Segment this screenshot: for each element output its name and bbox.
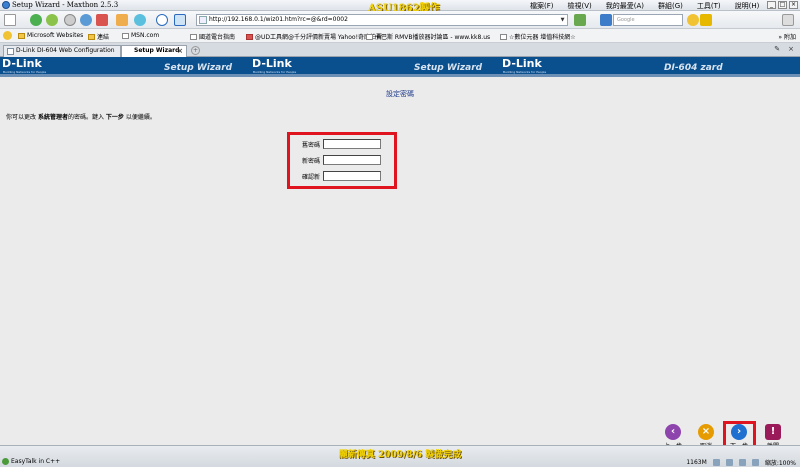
address-text: http://192.168.0.1/wiz01.htm?rc=@&rd=000… bbox=[209, 16, 348, 23]
address-bar[interactable]: http://192.168.0.1/wiz01.htm?rc=@&rd=000… bbox=[196, 14, 568, 26]
banner-title-partial: DI-604 zard bbox=[664, 63, 723, 73]
banner-title: Setup Wizard bbox=[414, 63, 483, 73]
cancel-x-icon: × bbox=[698, 424, 714, 440]
favorites-bar: Microsoft Websites 連結 MSN.com 國道電台指南 @UD… bbox=[0, 29, 800, 43]
new-page-icon[interactable] bbox=[4, 14, 16, 26]
page-icon bbox=[7, 48, 14, 55]
dlink-logo: D-Link bbox=[252, 57, 292, 70]
page-icon bbox=[190, 33, 197, 40]
tab-tools: ✎ × bbox=[774, 45, 794, 53]
dlink-logo: D-Link bbox=[2, 57, 42, 70]
refresh-icon[interactable] bbox=[80, 14, 92, 26]
page-icon bbox=[366, 33, 373, 40]
home-icon[interactable] bbox=[116, 14, 128, 26]
minimize-icon[interactable]: _ bbox=[767, 1, 776, 9]
tab-dlink-config[interactable]: D-Link DI-604 Web Configuration bbox=[3, 45, 121, 57]
settings-icon[interactable]: ✎ bbox=[774, 45, 780, 53]
stop-icon[interactable] bbox=[64, 14, 76, 26]
fav-item[interactable]: MSN.com bbox=[122, 32, 159, 39]
menu-file[interactable]: 檔案(F) bbox=[530, 1, 554, 11]
old-password-row: 舊密碼 bbox=[298, 139, 381, 149]
fav-item[interactable]: Microsoft Websites bbox=[18, 32, 83, 39]
page-icon bbox=[246, 33, 253, 40]
tool-icon[interactable] bbox=[725, 459, 733, 466]
tool-icon[interactable] bbox=[738, 459, 746, 466]
new-tab-icon[interactable]: + bbox=[191, 46, 200, 55]
exit-icon: ! bbox=[765, 424, 781, 440]
fav-item[interactable]: @UD工具網@千分評價新賣場 Yahoo!奇摩拍賣 bbox=[246, 32, 382, 41]
status-app-icon bbox=[2, 458, 9, 465]
search-engine-icon[interactable] bbox=[600, 14, 612, 26]
maximize-icon[interactable]: □ bbox=[778, 1, 787, 9]
chevron-down-icon[interactable]: ▼ bbox=[559, 16, 566, 24]
more-icon[interactable] bbox=[782, 14, 794, 26]
confirm-password-input[interactable] bbox=[323, 171, 381, 181]
menu-favorites[interactable]: 我的最愛(A) bbox=[606, 1, 644, 11]
close-tab-icon[interactable]: × bbox=[177, 46, 183, 56]
page-icon bbox=[122, 32, 129, 39]
old-password-input[interactable] bbox=[323, 139, 381, 149]
search-input[interactable]: Google bbox=[613, 14, 683, 26]
page-icon bbox=[500, 33, 507, 40]
dlink-banner: D-Link Building Networks for People Setu… bbox=[0, 57, 800, 77]
confirm-password-row: 確認新 bbox=[298, 171, 381, 181]
password-form-highlight: 舊密碼 新密碼 確認新 bbox=[287, 132, 397, 189]
wizard-content: 設定密碼 你可以更改 系統管理者的密碼。鍵入 下一步 以便繼續。 舊密碼 新密碼… bbox=[0, 77, 800, 445]
folder-icon bbox=[18, 32, 25, 39]
window-title: Setup Wizard - Maxthon 2.5.3 bbox=[12, 1, 119, 9]
old-password-label: 舊密碼 bbox=[301, 141, 320, 149]
undo-icon[interactable] bbox=[134, 14, 146, 26]
maxthon-logo-icon[interactable] bbox=[2, 1, 10, 9]
page-title: 設定密碼 bbox=[386, 90, 414, 98]
status-text[interactable]: EasyTalk in C++ bbox=[11, 458, 60, 465]
menu-tools[interactable]: 工具(T) bbox=[697, 1, 721, 11]
go-icon[interactable] bbox=[574, 14, 586, 26]
folder-icon bbox=[88, 33, 95, 40]
tool-icon[interactable] bbox=[751, 459, 759, 466]
favorites-star-icon[interactable] bbox=[3, 31, 12, 40]
app-icon[interactable] bbox=[96, 14, 108, 26]
page-icon bbox=[199, 16, 207, 24]
confirm-password-label: 確認新 bbox=[301, 173, 320, 181]
tool-icon[interactable] bbox=[712, 459, 720, 466]
fav-item[interactable]: 卡巴斯 RMVB播放器討論區 - www.kk8.us bbox=[366, 32, 490, 41]
close-icon[interactable]: × bbox=[788, 45, 794, 53]
menu-groups[interactable]: 群組(G) bbox=[658, 1, 683, 11]
forward-icon[interactable] bbox=[46, 14, 58, 26]
new-password-label: 新密碼 bbox=[301, 157, 320, 165]
window-icon[interactable] bbox=[174, 14, 186, 26]
highlight-icon[interactable] bbox=[700, 14, 712, 26]
menu-help[interactable]: 說明(H) bbox=[735, 1, 760, 11]
tab-bar: D-Link DI-604 Web Configuration Setup Wi… bbox=[0, 43, 800, 57]
fav-item[interactable]: 連結 bbox=[88, 32, 109, 41]
menu-bar: 檔案(F) 檢視(V) 我的最愛(A) 群組(G) 工具(T) 說明(H) bbox=[530, 1, 759, 11]
close-icon[interactable]: × bbox=[789, 1, 798, 9]
fav-item[interactable]: ☆數位元器 增值科技網☆ bbox=[500, 32, 576, 41]
window-controls: _ □ × bbox=[767, 1, 798, 9]
add-favorite-button[interactable]: » 附加 bbox=[778, 32, 796, 41]
zoom-level[interactable]: 縮放:100% bbox=[765, 458, 796, 467]
memory-readout: 1163M bbox=[686, 459, 707, 466]
status-right: 1163M 縮放:100% bbox=[686, 458, 796, 467]
dlink-logo: D-Link bbox=[502, 57, 542, 70]
navigation-toolbar: http://192.168.0.1/wiz01.htm?rc=@&rd=000… bbox=[0, 11, 800, 29]
instruction-text: 你可以更改 系統管理者的密碼。鍵入 下一步 以便繼續。 bbox=[6, 114, 156, 121]
credit-caption: 麗新傳真 2009/8/6 製做完成 bbox=[338, 450, 462, 460]
status-bar: 麗新傳真 2009/8/6 製做完成 EasyTalk in C++ 1163M… bbox=[0, 445, 800, 467]
history-icon[interactable] bbox=[156, 14, 168, 26]
title-bar: Setup Wizard - Maxthon 2.5.3 ASU1862製作 檔… bbox=[0, 0, 800, 14]
new-password-input[interactable] bbox=[323, 155, 381, 165]
status-left: EasyTalk in C++ bbox=[2, 458, 60, 465]
back-arrow-icon: ‹ bbox=[665, 424, 681, 440]
tab-setup-wizard[interactable]: Setup Wizard × bbox=[121, 45, 187, 57]
fav-item[interactable]: 國道電台指南 bbox=[190, 32, 235, 41]
new-password-row: 新密碼 bbox=[298, 155, 381, 165]
search-icon[interactable] bbox=[687, 14, 699, 26]
back-icon[interactable] bbox=[30, 14, 42, 26]
banner-title: Setup Wizard bbox=[164, 63, 233, 73]
menu-view[interactable]: 檢視(V) bbox=[568, 1, 592, 11]
